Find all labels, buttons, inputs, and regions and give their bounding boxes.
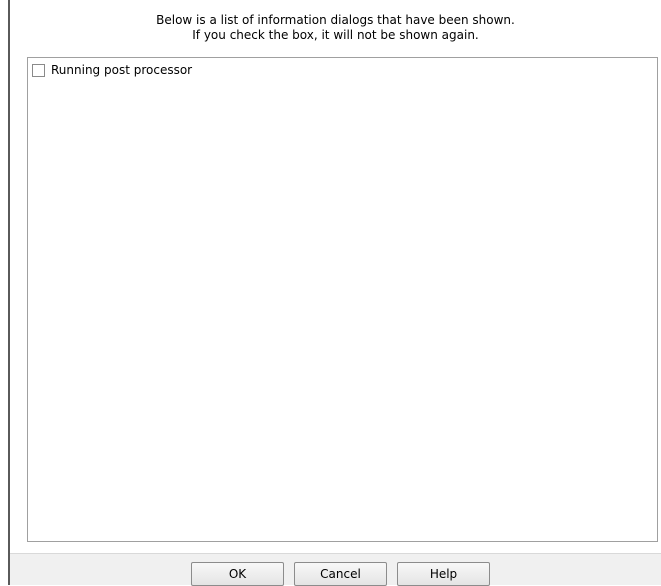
list-item-running-post-processor[interactable]: Running post processor (32, 62, 192, 78)
cancel-button[interactable]: Cancel (294, 562, 387, 586)
instructions-line-2: If you check the box, it will not be sho… (192, 28, 479, 42)
ok-button[interactable]: OK (191, 562, 284, 586)
dialog-content: Below is a list of information dialogs t… (10, 0, 661, 586)
instructions-line-1: Below is a list of information dialogs t… (156, 13, 515, 27)
dont-show-again-checkbox[interactable] (32, 63, 45, 77)
help-button[interactable]: Help (397, 562, 490, 586)
button-bar: OK Cancel Help (10, 553, 661, 586)
list-item-label: Running post processor (51, 63, 193, 77)
dialog-list-box[interactable]: Running post processor (27, 57, 658, 542)
instructions-text: Below is a list of information dialogs t… (10, 13, 661, 43)
